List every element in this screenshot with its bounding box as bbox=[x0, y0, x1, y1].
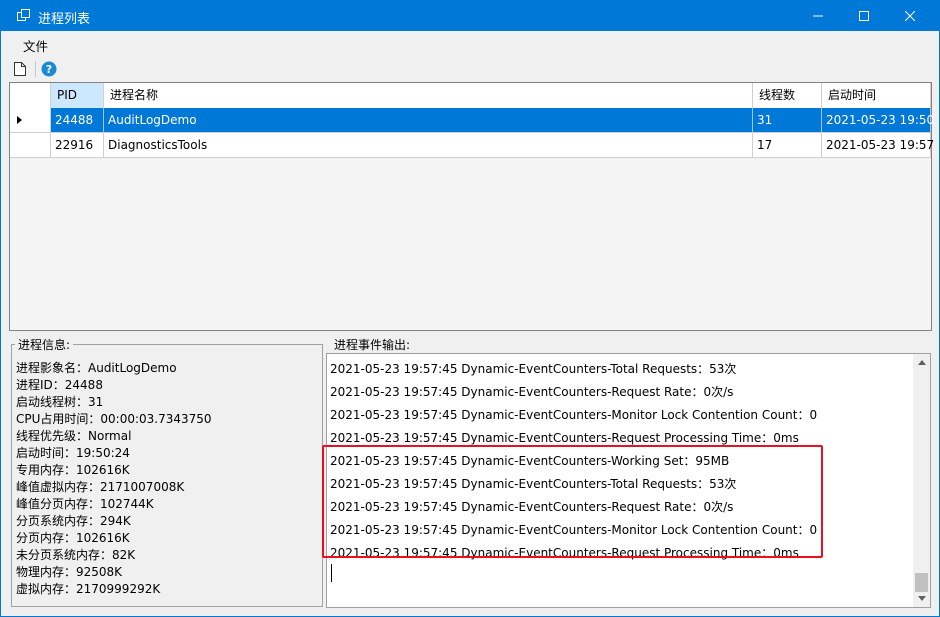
table-row[interactable]: 24488 AuditLogDemo 31 2021-05-23 19:50 bbox=[10, 108, 934, 133]
toolbar: ? bbox=[1, 57, 939, 81]
process-grid[interactable]: PID 进程名称 线程数 启动时间 24488 AuditLogDemo 31 … bbox=[9, 82, 934, 331]
menu-bar: 文件 bbox=[1, 31, 939, 57]
new-button[interactable] bbox=[10, 59, 30, 79]
log-line: 2021-05-23 19:57:45 Dynamic-EventCounter… bbox=[330, 362, 737, 376]
row-header[interactable] bbox=[10, 133, 51, 158]
toolbar-separator bbox=[35, 61, 36, 77]
info-line: 物理内存：92508K bbox=[16, 565, 123, 579]
current-row-arrow-icon bbox=[17, 116, 22, 124]
scroll-down-arrow-icon bbox=[917, 596, 926, 601]
row-header[interactable] bbox=[10, 108, 51, 133]
maximize-button[interactable] bbox=[841, 1, 887, 31]
column-process-name[interactable]: 进程名称 bbox=[104, 83, 753, 108]
cell-name[interactable]: AuditLogDemo bbox=[104, 108, 753, 133]
info-line: 虚拟内存：2170999292K bbox=[16, 582, 161, 596]
info-line: 分页系统内存：294K bbox=[16, 514, 131, 528]
column-thread-count[interactable]: 线程数 bbox=[753, 83, 822, 108]
cell-pid[interactable]: 22916 bbox=[51, 133, 104, 158]
scroll-up-button[interactable] bbox=[913, 354, 930, 371]
minimize-button[interactable] bbox=[795, 1, 841, 31]
scroll-down-button[interactable] bbox=[913, 590, 930, 607]
close-button[interactable] bbox=[887, 1, 933, 31]
info-line: 进程影象名：AuditLogDemo bbox=[16, 361, 177, 375]
event-output-label: 进程事件输出: bbox=[331, 336, 414, 353]
column-pid[interactable]: PID bbox=[51, 83, 104, 108]
process-info-label: 进程信息: bbox=[15, 336, 74, 353]
row-header-corner bbox=[10, 83, 51, 108]
cell-start-time[interactable]: 2021-05-23 19:57 bbox=[822, 133, 934, 158]
cell-threads[interactable]: 31 bbox=[753, 108, 822, 133]
info-line: 峰值虚拟内存：2171007008K bbox=[16, 480, 185, 494]
log-line: 2021-05-23 19:57:45 Dynamic-EventCounter… bbox=[330, 431, 799, 445]
help-icon: ? bbox=[41, 61, 57, 77]
svg-text:?: ? bbox=[46, 63, 52, 76]
column-start-time[interactable]: 启动时间 bbox=[822, 83, 931, 108]
log-line: 2021-05-23 19:57:45 Dynamic-EventCounter… bbox=[330, 408, 818, 422]
grid-header: PID 进程名称 线程数 启动时间 bbox=[10, 83, 931, 109]
info-line: 启动线程树：31 bbox=[16, 395, 104, 409]
scroll-up-arrow-icon bbox=[917, 360, 926, 365]
menu-file[interactable]: 文件 bbox=[23, 36, 48, 55]
info-line: 启动时间：19:50:24 bbox=[16, 446, 130, 460]
log-vertical-scrollbar[interactable] bbox=[913, 354, 930, 607]
info-line: 峰值分页内存：102744K bbox=[16, 497, 154, 511]
process-info-group: 进程信息: 进程影象名：AuditLogDemo 进程ID：24488 启动线程… bbox=[11, 336, 323, 607]
title-bar[interactable]: 进程列表 bbox=[1, 1, 939, 31]
info-line: 分页内存：102616K bbox=[16, 531, 130, 545]
info-line: 专用内存：102616K bbox=[16, 463, 130, 477]
cell-name[interactable]: DiagnosticsTools bbox=[104, 133, 753, 158]
minimize-icon bbox=[813, 15, 823, 17]
info-line: 进程ID：24488 bbox=[16, 378, 103, 392]
process-list-window: 进程列表 文件 ? PID 进程名称 线程数 启动时间 24488 AuditL… bbox=[0, 0, 940, 617]
new-document-icon bbox=[14, 62, 26, 76]
table-row[interactable]: 22916 DiagnosticsTools 17 2021-05-23 19:… bbox=[10, 133, 934, 158]
info-line: 线程优先级：Normal bbox=[16, 429, 132, 443]
maximize-icon bbox=[859, 11, 869, 21]
cell-threads[interactable]: 17 bbox=[753, 133, 822, 158]
window-title: 进程列表 bbox=[38, 12, 91, 27]
log-line: 2021-05-23 19:57:45 Dynamic-EventCounter… bbox=[330, 385, 734, 399]
highlight-annotation-box bbox=[322, 445, 823, 558]
help-button[interactable]: ? bbox=[39, 59, 59, 79]
info-line: CPU占用时间：00:00:03.7343750 bbox=[16, 412, 212, 426]
info-line: 未分页系统内存：82K bbox=[16, 548, 136, 562]
close-icon bbox=[905, 11, 915, 21]
text-caret bbox=[331, 564, 332, 582]
app-window-icon bbox=[17, 9, 30, 21]
cell-start-time[interactable]: 2021-05-23 19:50 bbox=[822, 108, 934, 133]
cell-pid[interactable]: 24488 bbox=[51, 108, 104, 133]
